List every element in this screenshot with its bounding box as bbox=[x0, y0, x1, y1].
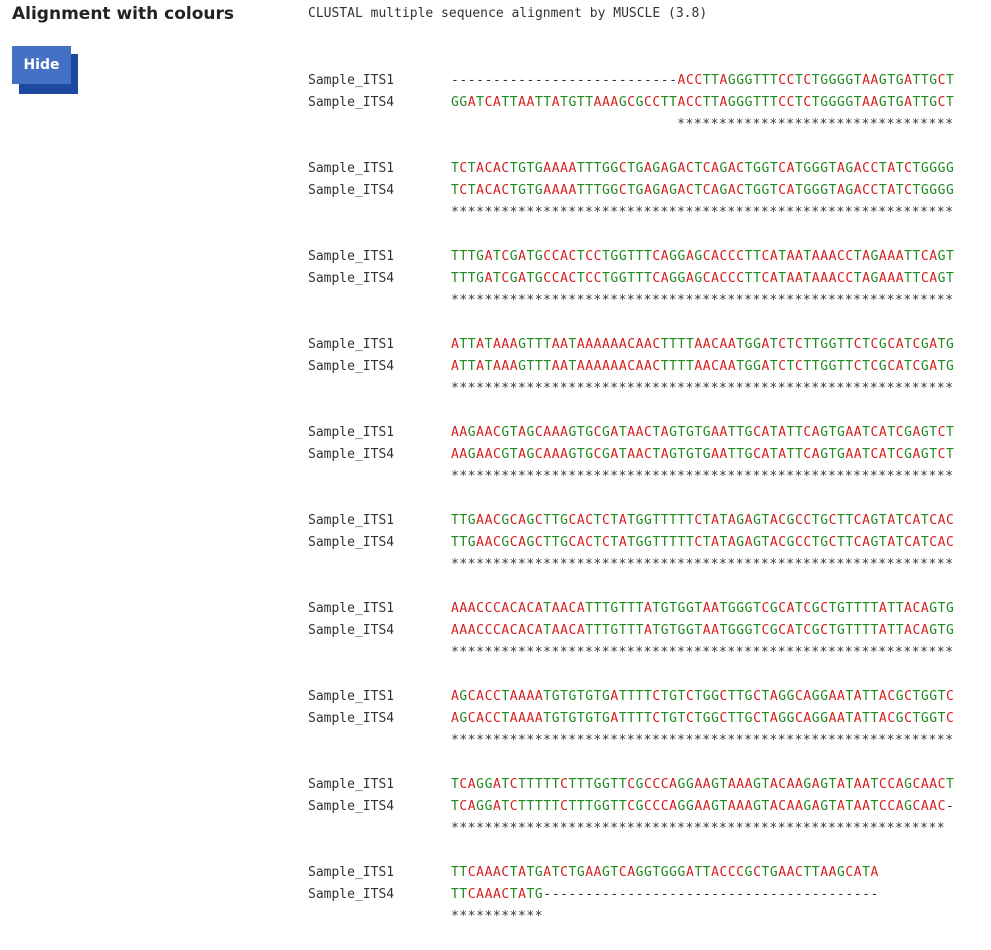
sequence-residues: AAACCCACACATAACATTTGTTTATGTGGTAATGGGTCGC… bbox=[451, 623, 955, 638]
consensus-line: ****************************************… bbox=[451, 821, 946, 836]
section-title: Alignment with colours bbox=[12, 4, 235, 24]
hide-button-wrapper: Hide bbox=[12, 46, 80, 94]
sequence-residues: TCTACACTGTGAAAATTTGGCTGAGAGACTCAGACTGGTC… bbox=[451, 183, 955, 198]
sequence-name: Sample_ITS1 bbox=[308, 513, 395, 528]
sequence-name: Sample_ITS1 bbox=[308, 689, 395, 704]
sequence-name: Sample_ITS1 bbox=[308, 337, 395, 352]
sequence-name: Sample_ITS1 bbox=[308, 777, 395, 792]
sequence-name: Sample_ITS4 bbox=[308, 183, 395, 198]
sequence-name: Sample_ITS4 bbox=[308, 95, 395, 110]
hide-button[interactable]: Hide bbox=[12, 46, 71, 84]
sequence-name: Sample_ITS1 bbox=[308, 425, 395, 440]
sequence-name: Sample_ITS1 bbox=[308, 865, 395, 880]
sequence-residues: AAGAACGTAGCAAAGTGCGATAACTAGTGTGAATTGCATA… bbox=[451, 447, 955, 462]
consensus-line: ****************************************… bbox=[451, 293, 954, 308]
consensus-line: ****************************************… bbox=[451, 469, 954, 484]
sequence-name: Sample_ITS4 bbox=[308, 623, 395, 638]
sequence-name: Sample_ITS1 bbox=[308, 249, 395, 264]
sequence-name: Sample_ITS4 bbox=[308, 271, 395, 286]
consensus-line: ****************************************… bbox=[451, 381, 954, 396]
consensus-line: ****************************************… bbox=[451, 733, 954, 748]
sequence-name: Sample_ITS4 bbox=[308, 359, 395, 374]
sequence-name: Sample_ITS4 bbox=[308, 887, 395, 902]
alignment-header: CLUSTAL multiple sequence alignment by M… bbox=[308, 6, 708, 21]
sequence-residues: ATTATAAAGTTTAATAAAAAACAACTTTTAACAATGGATC… bbox=[451, 359, 955, 374]
sequence-residues: TTCAAACTATG-----------------------------… bbox=[451, 887, 879, 902]
sequence-name: Sample_ITS4 bbox=[308, 447, 395, 462]
sequence-residues: TTTGATCGATGCCACTCCTGGTTTCAGGAGCACCCTTCAT… bbox=[451, 271, 955, 286]
sequence-residues: TCAGGATCTTTTTCTTTGGTTCGCCCAGGAAGTAAAGTAC… bbox=[451, 777, 955, 792]
sequence-residues: TTCAAACTATGATCTGAAGTCAGGTGGGATTACCCGCTGA… bbox=[451, 865, 879, 880]
sequence-residues: TCTACACTGTGAAAATTTGGCTGAGAGACTCAGACTGGTC… bbox=[451, 161, 955, 176]
sequence-residues: TTGAACGCAGCTTGCACTCTATGGTTTTTCTATAGAGTAC… bbox=[451, 513, 955, 528]
consensus-line: ****************************************… bbox=[451, 557, 954, 572]
sequence-residues: TCAGGATCTTTTTCTTTGGTTCGCCCAGGAAGTAAAGTAC… bbox=[451, 799, 955, 814]
sequence-residues: ATTATAAAGTTTAATAAAAAACAACTTTTAACAATGGATC… bbox=[451, 337, 955, 352]
sequence-residues: AAACCCACACATAACATTTGTTTATGTGGTAATGGGTCGC… bbox=[451, 601, 955, 616]
sequence-name: Sample_ITS1 bbox=[308, 161, 395, 176]
consensus-line: ****************************************… bbox=[451, 645, 954, 660]
sequence-residues: AAGAACGTAGCAAAGTGCGATAACTAGTGTGAATTGCATA… bbox=[451, 425, 955, 440]
consensus-line: ********************************* bbox=[451, 117, 954, 132]
sequence-residues: AGCACCTAAAATGTGTGTGATTTTCTGTCTGGCTTGCTAG… bbox=[451, 711, 955, 726]
sequence-residues: TTTGATCGATGCCACTCCTGGTTTCAGGAGCACCCTTCAT… bbox=[451, 249, 955, 264]
sequence-residues: AGCACCTAAAATGTGTGTGATTTTCTGTCTGGCTTGCTAG… bbox=[451, 689, 955, 704]
sequence-name: Sample_ITS1 bbox=[308, 601, 395, 616]
sequence-name: Sample_ITS4 bbox=[308, 711, 395, 726]
sequence-residues: TTGAACGCAGCTTGCACTCTATGGTTTTTCTATAGAGTAC… bbox=[451, 535, 955, 550]
sequence-name: Sample_ITS4 bbox=[308, 535, 395, 550]
consensus-line: *********** bbox=[451, 909, 544, 924]
sequence-name: Sample_ITS1 bbox=[308, 73, 395, 88]
sequence-residues: GGATCATTAATTATGTTAAAGCGCCTTACCTTAGGGTTTC… bbox=[451, 95, 955, 110]
sequence-name: Sample_ITS4 bbox=[308, 799, 395, 814]
sequence-residues: ---------------------------ACCTTAGGGTTTC… bbox=[451, 73, 955, 88]
consensus-line: ****************************************… bbox=[451, 205, 954, 220]
